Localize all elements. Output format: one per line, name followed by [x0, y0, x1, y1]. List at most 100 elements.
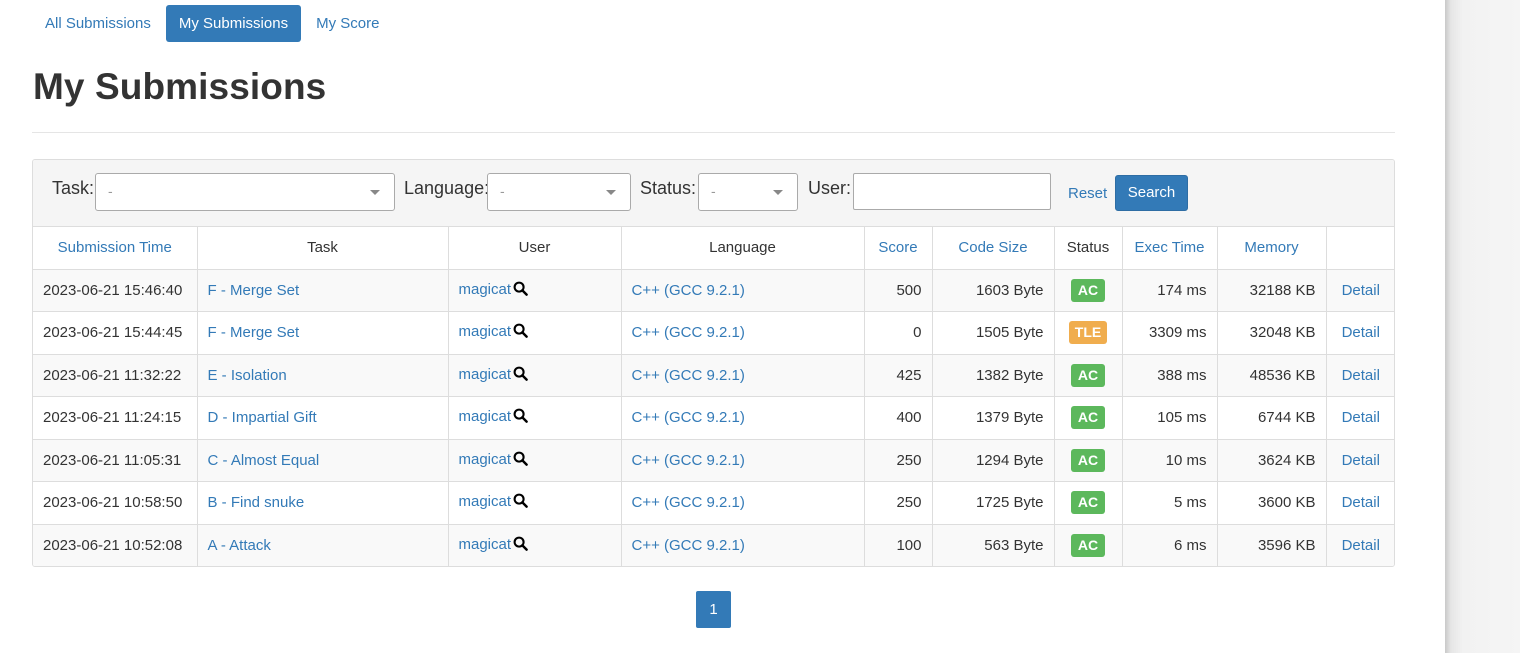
- chevron-down-icon: [773, 190, 783, 195]
- language-link[interactable]: C++ (GCC 9.2.1): [632, 494, 745, 511]
- status-badge: AC: [1071, 278, 1105, 302]
- detail-link[interactable]: Detail: [1342, 452, 1380, 469]
- code-size: 563 Byte: [932, 524, 1055, 566]
- language-link[interactable]: C++ (GCC 9.2.1): [632, 367, 745, 384]
- user-link[interactable]: magicat: [459, 408, 512, 425]
- page-title: My Submissions: [33, 66, 327, 107]
- header-user: User: [448, 227, 622, 270]
- header-detail: [1326, 227, 1394, 270]
- submission-time: 2023-06-21 10:58:50: [33, 481, 198, 525]
- score: 0: [864, 311, 933, 355]
- task-link[interactable]: E - Isolation: [208, 367, 287, 384]
- code-size: 1294 Byte: [932, 439, 1055, 482]
- table-row: 2023-06-21 15:44:45 F - Merge Set magica…: [33, 311, 1394, 355]
- search-icon[interactable]: [513, 536, 528, 555]
- memory: 3596 KB: [1217, 524, 1327, 566]
- exec-time: 3309 ms: [1122, 311, 1218, 355]
- task-link[interactable]: B - Find snuke: [208, 494, 305, 511]
- task-link[interactable]: A - Attack: [208, 537, 271, 554]
- header-exec-time[interactable]: Exec Time: [1122, 227, 1218, 270]
- user-link[interactable]: magicat: [459, 281, 512, 298]
- task-select[interactable]: -: [95, 173, 395, 211]
- task-link[interactable]: F - Merge Set: [208, 282, 300, 299]
- language-link[interactable]: C++ (GCC 9.2.1): [632, 452, 745, 469]
- code-size: 1725 Byte: [932, 481, 1055, 525]
- user-link[interactable]: magicat: [459, 366, 512, 383]
- language-link[interactable]: C++ (GCC 9.2.1): [632, 409, 745, 426]
- exec-time: 105 ms: [1122, 396, 1218, 440]
- header-score[interactable]: Score: [864, 227, 933, 270]
- header-task: Task: [197, 227, 449, 270]
- reset-link[interactable]: Reset: [1068, 185, 1107, 202]
- memory: 3600 KB: [1217, 481, 1327, 525]
- detail-link[interactable]: Detail: [1342, 367, 1380, 384]
- chevron-down-icon: [370, 190, 380, 195]
- status-badge: TLE: [1068, 321, 1108, 345]
- search-icon[interactable]: [513, 323, 528, 342]
- score: 400: [864, 396, 933, 440]
- language-select[interactable]: -: [487, 173, 631, 211]
- detail-link[interactable]: Detail: [1342, 324, 1380, 341]
- table-row: 2023-06-21 11:32:22 E - Isolation magica…: [33, 354, 1394, 397]
- status-filter-label: Status:: [640, 178, 697, 198]
- user-link[interactable]: magicat: [459, 323, 512, 340]
- tab-all-submissions[interactable]: All Submissions: [32, 5, 164, 42]
- score: 500: [864, 269, 933, 312]
- detail-link[interactable]: Detail: [1342, 409, 1380, 426]
- table-row: 2023-06-21 10:58:50 B - Find snuke magic…: [33, 481, 1394, 525]
- submission-time: 2023-06-21 15:44:45: [33, 311, 198, 355]
- header-memory[interactable]: Memory: [1217, 227, 1327, 270]
- search-icon[interactable]: [513, 281, 528, 300]
- code-size: 1603 Byte: [932, 269, 1055, 312]
- task-select-value: -: [108, 183, 113, 199]
- task-link[interactable]: C - Almost Equal: [208, 452, 320, 469]
- memory: 6744 KB: [1217, 396, 1327, 440]
- task-filter-label: Task:: [52, 178, 95, 198]
- nav-tabs: All Submissions My Submissions My Score: [32, 5, 392, 42]
- chevron-down-icon: [606, 190, 616, 195]
- exec-time: 10 ms: [1122, 439, 1218, 482]
- search-icon[interactable]: [513, 366, 528, 385]
- language-link[interactable]: C++ (GCC 9.2.1): [632, 324, 745, 341]
- memory: 32048 KB: [1217, 311, 1327, 355]
- table-row: 2023-06-21 10:52:08 A - Attack magicat C…: [33, 524, 1394, 566]
- status-badge: AC: [1071, 363, 1105, 387]
- user-input[interactable]: [853, 173, 1051, 210]
- header-status: Status: [1054, 227, 1123, 270]
- pagination-page-1[interactable]: 1: [696, 591, 731, 628]
- language-link[interactable]: C++ (GCC 9.2.1): [632, 282, 745, 299]
- search-icon[interactable]: [513, 451, 528, 470]
- task-link[interactable]: F - Merge Set: [208, 324, 300, 341]
- memory: 32188 KB: [1217, 269, 1327, 312]
- user-link[interactable]: magicat: [459, 493, 512, 510]
- submissions-panel: Task: - Language: - Status: - User: Rese…: [32, 159, 1395, 567]
- code-size: 1382 Byte: [932, 354, 1055, 397]
- detail-link[interactable]: Detail: [1342, 494, 1380, 511]
- search-icon[interactable]: [513, 408, 528, 427]
- score: 100: [864, 524, 933, 566]
- detail-link[interactable]: Detail: [1342, 537, 1380, 554]
- tab-my-score[interactable]: My Score: [303, 5, 392, 42]
- table-row: 2023-06-21 15:46:40 F - Merge Set magica…: [33, 269, 1394, 312]
- language-select-value: -: [500, 183, 505, 199]
- header-code-size[interactable]: Code Size: [932, 227, 1055, 270]
- table-row: 2023-06-21 11:24:15 D - Impartial Gift m…: [33, 396, 1394, 440]
- search-button[interactable]: Search: [1115, 175, 1188, 211]
- tab-my-submissions[interactable]: My Submissions: [165, 5, 302, 42]
- table-row: 2023-06-21 11:05:31 C - Almost Equal mag…: [33, 439, 1394, 482]
- user-link[interactable]: magicat: [459, 451, 512, 468]
- status-select[interactable]: -: [698, 173, 798, 211]
- exec-time: 174 ms: [1122, 269, 1218, 312]
- user-link[interactable]: magicat: [459, 536, 512, 553]
- submissions-table: Submission Time Task User Language Score…: [33, 227, 1394, 566]
- header-submission-time[interactable]: Submission Time: [33, 227, 198, 270]
- language-link[interactable]: C++ (GCC 9.2.1): [632, 537, 745, 554]
- memory: 48536 KB: [1217, 354, 1327, 397]
- task-link[interactable]: D - Impartial Gift: [208, 409, 317, 426]
- code-size: 1379 Byte: [932, 396, 1055, 440]
- divider: [32, 132, 1395, 133]
- search-icon[interactable]: [513, 493, 528, 512]
- filter-bar: Task: - Language: - Status: - User: Rese…: [33, 160, 1394, 227]
- exec-time: 5 ms: [1122, 481, 1218, 525]
- detail-link[interactable]: Detail: [1342, 282, 1380, 299]
